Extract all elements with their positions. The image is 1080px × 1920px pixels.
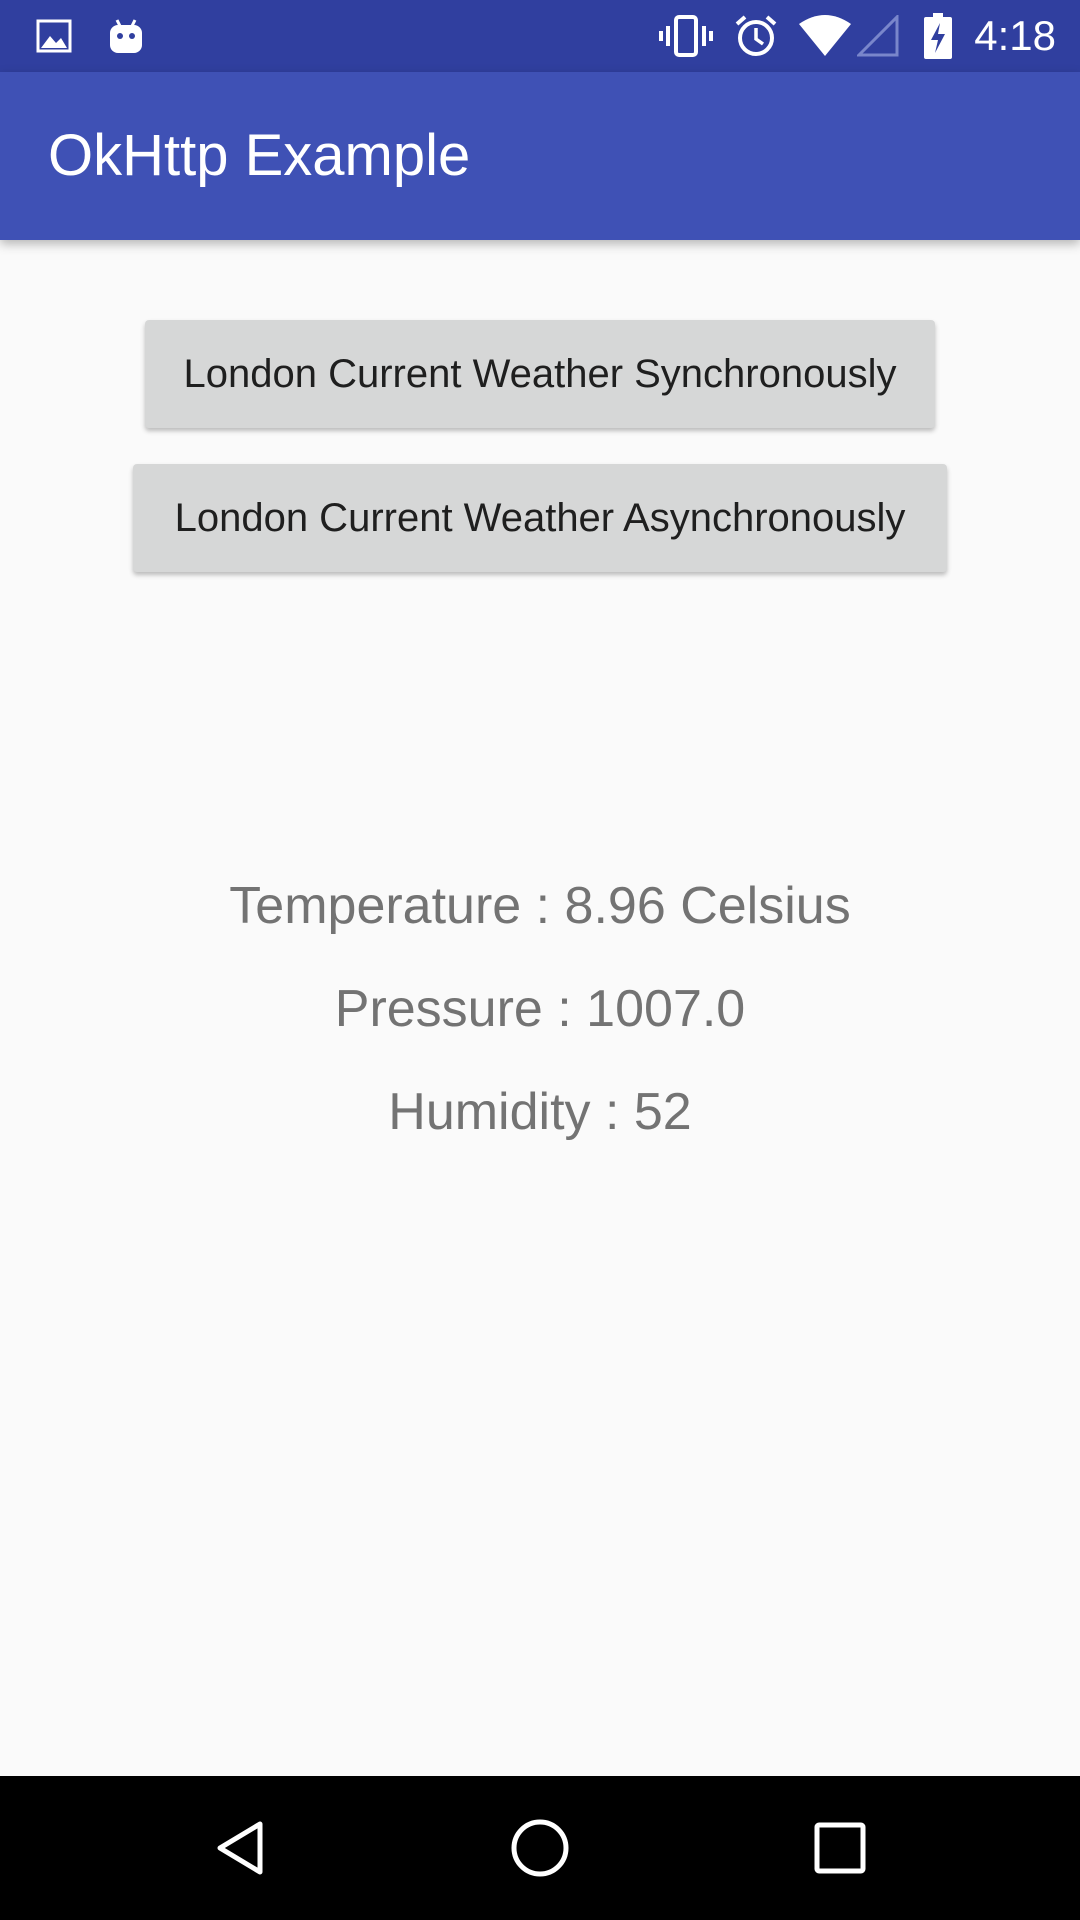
navigation-bar: [0, 1776, 1080, 1920]
pressure-text: Pressure : 1007.0: [334, 980, 746, 1038]
screen: 4:18 OkHttp Example London Current Weath…: [0, 0, 1080, 1920]
battery-charging-icon: [918, 12, 958, 60]
app-title: OkHttp Example: [48, 123, 471, 188]
status-bar: 4:18: [0, 0, 1080, 72]
android-icon: [104, 12, 148, 60]
sync-weather-button[interactable]: London Current Weather Synchronously: [145, 320, 935, 428]
status-time: 4:18: [974, 12, 1056, 59]
temperature-text: Temperature : 8.96 Celsius: [229, 877, 851, 935]
alarm-icon: [732, 12, 780, 60]
async-weather-button[interactable]: London Current Weather Asynchronously: [133, 464, 947, 572]
back-icon[interactable]: [204, 1812, 276, 1884]
home-icon[interactable]: [504, 1812, 576, 1884]
vibrate-icon: [658, 12, 714, 60]
recents-icon[interactable]: [804, 1812, 876, 1884]
wifi-icon: [796, 12, 854, 60]
image-icon: [34, 12, 74, 60]
app-bar: OkHttp Example: [0, 72, 1080, 240]
signal-icon: [856, 12, 900, 60]
humidity-text: Humidity : 52: [388, 1083, 692, 1141]
